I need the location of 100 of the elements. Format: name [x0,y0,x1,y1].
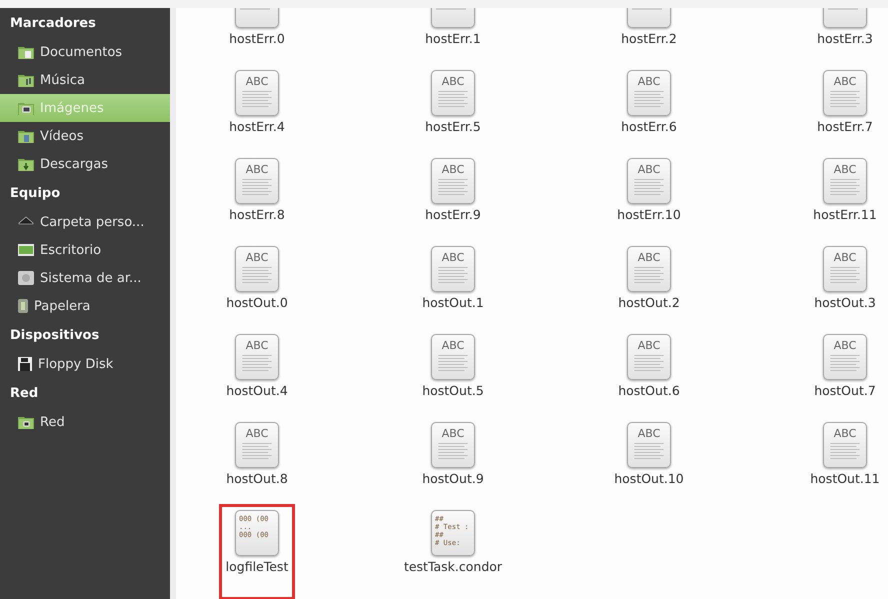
file-item[interactable]: ABC hostErr.10 [589,152,709,240]
folder-icon [18,45,34,59]
file-name[interactable]: testTask.condor [404,559,502,574]
file-name[interactable]: hostOut.10 [614,471,684,486]
drive-icon [18,271,34,285]
file-name[interactable]: hostErr.5 [425,119,481,134]
file-item[interactable]: ABC hostOut.11 [785,416,888,504]
text-file-icon[interactable]: ABC [823,246,867,292]
file-item[interactable]: ABC hostErr.8 [197,152,317,240]
file-name[interactable]: logfileTest [226,559,288,574]
file-name[interactable]: hostOut.4 [226,383,288,398]
folder-icon [18,415,34,429]
sidebar-item-label: Descargas [40,156,108,172]
file-item[interactable]: ABC hostOut.6 [589,328,709,416]
file-name[interactable]: hostOut.3 [814,295,876,310]
file-item[interactable]: ABC hostOut.0 [197,240,317,328]
file-item[interactable]: hostErr.3 [785,8,888,64]
sidebar-item-label: Sistema de ar... [40,270,142,286]
file-name[interactable]: hostOut.9 [422,471,484,486]
file-item[interactable]: ABC hostErr.11 [785,152,888,240]
file-item[interactable]: ABC hostOut.4 [197,328,317,416]
file-item[interactable]: ABC hostErr.7 [785,64,888,152]
file-name[interactable]: hostOut.6 [618,383,680,398]
file-name[interactable]: hostOut.1 [422,295,484,310]
file-item[interactable]: hostErr.0 [197,8,317,64]
sidebar-item[interactable]: Escritorio [0,236,170,264]
sidebar-item-label: Escritorio [40,242,102,258]
text-file-icon[interactable]: ABC [823,334,867,380]
file-name[interactable]: hostErr.0 [229,31,285,46]
trash-icon [18,299,28,313]
file-name[interactable]: hostOut.0 [226,295,288,310]
sidebar-item[interactable]: Papelera [0,292,170,320]
text-file-icon[interactable]: ABC [627,70,671,116]
text-file-icon[interactable]: ABC [431,246,475,292]
file-item[interactable]: ABC hostOut.2 [589,240,709,328]
file-name[interactable]: hostErr.11 [813,207,877,222]
file-name[interactable]: hostOut.2 [618,295,680,310]
file-name[interactable]: hostErr.6 [621,119,677,134]
folder-icon [18,129,34,143]
sidebar-item[interactable]: Vídeos [0,122,170,150]
sidebar-item-label: Imágenes [40,100,104,116]
file-item[interactable]: ABC hostOut.1 [393,240,513,328]
file-name[interactable]: hostErr.8 [229,207,285,222]
floppy-icon [18,357,32,371]
text-file-icon[interactable]: ABC [235,422,279,468]
text-file-icon[interactable]: ABC [823,422,867,468]
file-item[interactable]: ABC hostErr.4 [197,64,317,152]
folder-icon [18,73,34,87]
file-name[interactable]: hostErr.9 [425,207,481,222]
sidebar-item[interactable]: Sistema de ar... [0,264,170,292]
text-file-icon[interactable]: ABC [627,422,671,468]
file-item[interactable]: ABC hostOut.10 [589,416,709,504]
file-name[interactable]: hostErr.2 [621,31,677,46]
text-file-icon[interactable]: ABC [235,158,279,204]
file-name[interactable]: hostOut.5 [422,383,484,398]
text-file-icon[interactable]: ABC [627,158,671,204]
file-item[interactable]: ABC hostOut.9 [393,416,513,504]
file-name[interactable]: hostErr.3 [817,31,873,46]
file-name[interactable]: hostOut.8 [226,471,288,486]
sidebar-item-label: Carpeta perso... [40,214,144,230]
file-item[interactable]: ABC hostOut.7 [785,328,888,416]
sidebar-heading: Equipo [9,184,62,202]
file-name[interactable]: hostErr.10 [617,207,681,222]
text-file-icon[interactable]: ABC [235,70,279,116]
sidebar-item[interactable]: Red [0,408,170,436]
file-item[interactable]: ABC hostOut.3 [785,240,888,328]
folder-icon [18,101,34,115]
sidebar-item-label: Floppy Disk [38,356,114,372]
desktop-icon [18,243,34,257]
sidebar-item[interactable]: Música [0,66,170,94]
file-item[interactable]: hostErr.2 [589,8,709,64]
text-file-icon[interactable]: ABC [823,70,867,116]
sidebar-heading: Dispositivos [9,326,100,344]
file-item[interactable]: hostErr.1 [393,8,513,64]
text-file-icon[interactable]: ABC [431,422,475,468]
text-file-icon[interactable]: ABC [627,246,671,292]
sidebar-item[interactable]: Carpeta perso... [0,208,170,236]
file-item[interactable]: ABC hostOut.5 [393,328,513,416]
file-item[interactable]: ABC hostErr.9 [393,152,513,240]
file-name[interactable]: hostOut.11 [810,471,880,486]
file-item[interactable]: ABC hostErr.6 [589,64,709,152]
text-file-icon[interactable]: ABC [627,334,671,380]
sidebar-item[interactable]: Documentos [0,38,170,66]
text-file-icon[interactable]: ABC [235,334,279,380]
text-file-icon[interactable]: ABC [235,246,279,292]
file-item[interactable]: ABC hostOut.8 [197,416,317,504]
text-file-icon[interactable]: ABC [431,70,475,116]
text-file-icon[interactable]: ABC [823,158,867,204]
file-name[interactable]: hostOut.7 [814,383,876,398]
text-file-icon[interactable]: ABC [431,158,475,204]
sidebar-item-label: Documentos [40,44,122,60]
text-file-icon[interactable]: ABC [431,334,475,380]
file-name[interactable]: hostErr.1 [425,31,481,46]
file-name[interactable]: hostErr.4 [229,119,285,134]
file-name[interactable]: hostErr.7 [817,119,873,134]
sidebar-item-label: Red [40,414,65,430]
sidebar-item[interactable]: Floppy Disk [0,350,170,378]
sidebar-item[interactable]: Descargas [0,150,170,178]
folder-icon [18,157,34,171]
file-item[interactable]: ABC hostErr.5 [393,64,513,152]
